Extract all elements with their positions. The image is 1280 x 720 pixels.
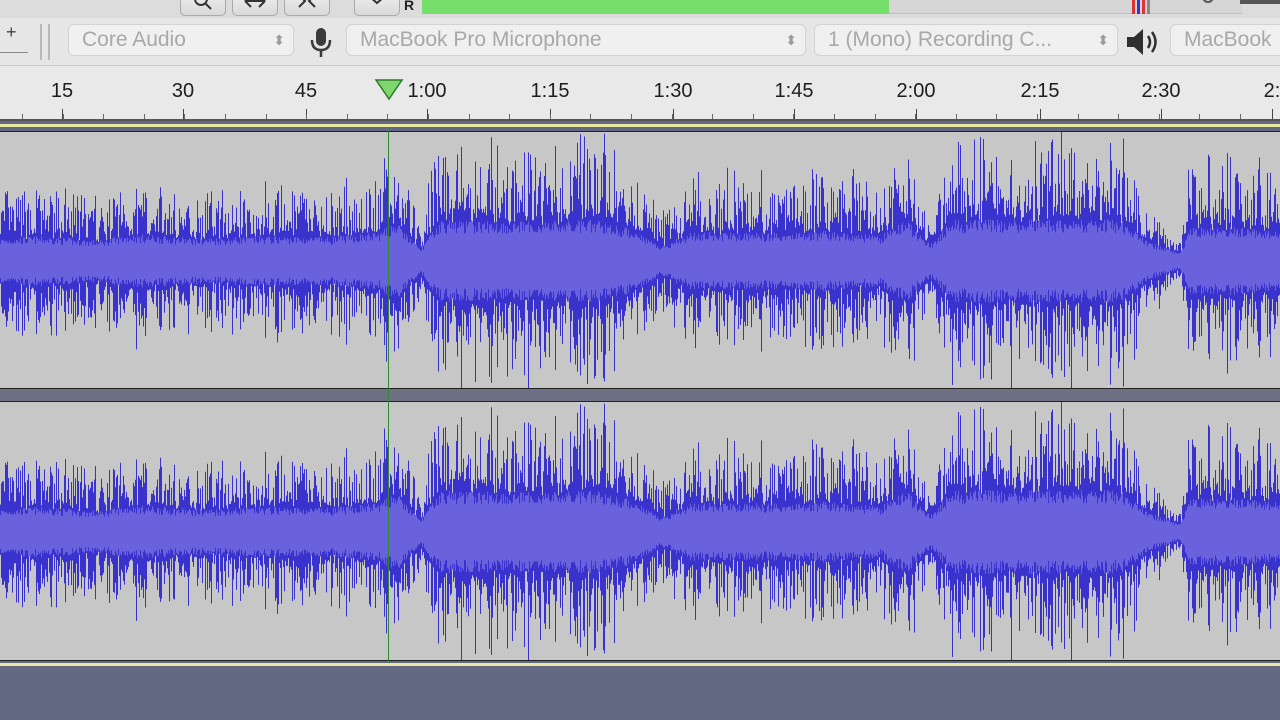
ruler-minor-tick <box>469 114 470 119</box>
timeline-ruler[interactable]: 15 30 45 1:00 1:15 1:30 1:45 2:00 2:15 2:30 2: <box>0 66 1280 121</box>
ruler-minor-tick <box>225 114 226 119</box>
add-icon[interactable]: + <box>6 22 17 43</box>
playback-cursor <box>388 131 389 661</box>
empty-track-space[interactable] <box>0 670 1280 720</box>
ruler-label: 1:45 <box>774 80 814 102</box>
ruler-label: 2:30 <box>1141 80 1181 102</box>
recording-channels-select[interactable]: 1 (Mono) Recording C... ⬍ <box>814 24 1118 56</box>
ruler-minor-tick <box>550 114 551 119</box>
ruler-minor-tick <box>144 114 145 119</box>
ruler-label: 15 <box>50 80 74 102</box>
recording-device-value: MacBook Pro Microphone <box>360 28 602 51</box>
play-position-marker-icon[interactable] <box>374 78 404 102</box>
ruler-minor-tick <box>1159 114 1160 119</box>
ruler-minor-tick <box>1199 114 1200 119</box>
top-toolbar: R <box>0 0 1280 18</box>
ruler-label: 2: <box>1263 80 1280 102</box>
ruler-minor-tick <box>1240 114 1241 119</box>
ruler-label: 1:00 <box>407 80 447 102</box>
playback-meter-button[interactable] <box>1190 0 1226 16</box>
waveform-channel-left[interactable] <box>0 131 1280 389</box>
zoom-toggle-icon <box>298 0 316 8</box>
microphone-icon <box>310 28 332 57</box>
waveform-channel-right[interactable] <box>0 401 1280 661</box>
zoom-toggle-button[interactable] <box>284 0 330 16</box>
trim-icon <box>371 0 383 5</box>
ruler-label: 2:00 <box>896 80 936 102</box>
ruler-minor-tick <box>712 114 713 119</box>
ruler-major-tick <box>1040 109 1041 119</box>
ruler-minor-tick <box>103 114 104 119</box>
ruler-minor-tick <box>875 114 876 119</box>
speaker-icon <box>1127 29 1157 55</box>
track-area[interactable] <box>0 121 1280 670</box>
ruler-label: 45 <box>294 80 318 102</box>
ruler-minor-tick <box>834 114 835 119</box>
playback-device-select[interactable]: MacBook <box>1170 24 1280 56</box>
ruler-major-tick <box>916 109 917 119</box>
audio-host-value: Core Audio <box>82 28 186 51</box>
ruler-minor-tick <box>915 114 916 119</box>
ruler-minor-tick <box>793 114 794 119</box>
recording-meter[interactable] <box>422 0 1242 14</box>
ruler-minor-tick <box>387 114 388 119</box>
ruler-minor-tick <box>306 114 307 119</box>
playback-device-value: MacBook <box>1184 28 1272 51</box>
ruler-minor-tick <box>347 114 348 119</box>
ruler-major-tick <box>673 109 674 119</box>
ruler-minor-tick <box>63 114 64 119</box>
ruler-minor-tick <box>631 114 632 119</box>
recording-device-select[interactable]: MacBook Pro Microphone ⬍ <box>346 24 806 56</box>
ruler-minor-tick <box>1118 114 1119 119</box>
ruler-major-tick <box>794 109 795 119</box>
ruler-minor-tick <box>184 114 185 119</box>
microphone-meter-icon <box>1202 0 1214 3</box>
track-top-border <box>0 124 1280 127</box>
ruler-minor-tick <box>753 114 754 119</box>
ruler-minor-tick <box>672 114 673 119</box>
meter-edge <box>1240 0 1280 4</box>
ruler-label: 30 <box>171 80 195 102</box>
ruler-minor-tick <box>266 114 267 119</box>
zoom-in-button[interactable] <box>180 0 226 16</box>
waveform-svg <box>0 402 1280 660</box>
chevron-updown-icon: ⬍ <box>785 32 797 48</box>
waveform-svg <box>0 132 1280 388</box>
ruler-minor-tick <box>956 114 957 119</box>
track-bottom-border <box>0 663 1280 666</box>
ruler-minor-tick <box>1078 114 1079 119</box>
ruler-major-tick <box>1272 109 1273 119</box>
ruler-minor-tick <box>996 114 997 119</box>
ruler-label: 1:30 <box>653 80 693 102</box>
toolbar-grip[interactable] <box>40 24 50 60</box>
divider <box>0 52 28 53</box>
ruler-minor-tick <box>428 114 429 119</box>
chevron-updown-icon: ⬍ <box>1097 32 1109 48</box>
recording-channels-value: 1 (Mono) Recording C... <box>828 28 1053 51</box>
ruler-major-tick <box>1161 109 1162 119</box>
trim-button[interactable] <box>354 0 400 16</box>
meter-channel-label: R <box>404 0 415 13</box>
meter-level-fill <box>422 0 890 14</box>
ruler-minor-tick <box>1037 114 1038 119</box>
audacity-window: R + Core Audio ⬍ MacBook Pro Microphone … <box>0 0 1280 720</box>
audio-host-select[interactable]: Core Audio ⬍ <box>68 24 294 56</box>
device-toolbar: + Core Audio ⬍ MacBook Pro Microphone ⬍ … <box>0 18 1280 66</box>
ruler-label: 1:15 <box>530 80 570 102</box>
meter-peak-indicator <box>1132 0 1150 14</box>
chevron-updown-icon: ⬍ <box>273 32 285 48</box>
ruler-minor-tick <box>590 114 591 119</box>
channel-separator[interactable] <box>0 389 1280 401</box>
fit-width-icon <box>244 0 266 8</box>
ruler-minor-tick <box>22 114 23 119</box>
ruler-minor-tick <box>509 114 510 119</box>
zoom-in-icon <box>194 0 212 10</box>
ruler-label: 2:15 <box>1020 80 1060 102</box>
fit-width-button[interactable] <box>232 0 278 16</box>
